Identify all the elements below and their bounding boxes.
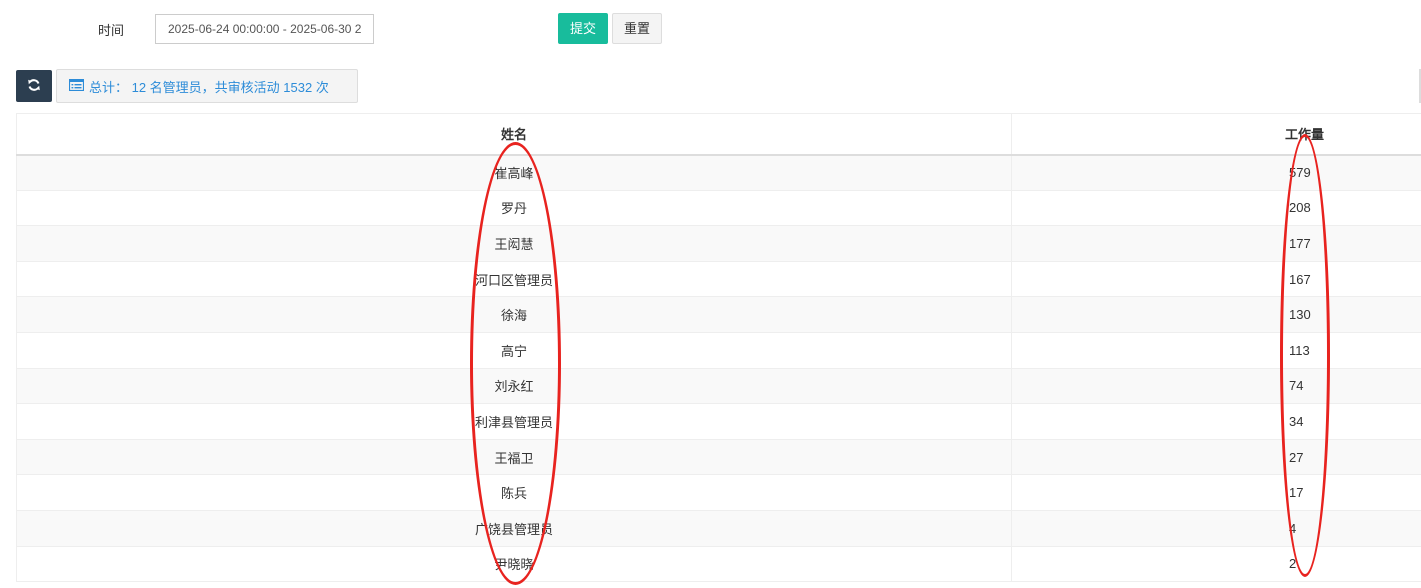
date-range-input[interactable]: 2025-06-24 00:00:00 - 2025-06-30 2 — [155, 14, 374, 44]
table-row: 王闳慧 177 — [16, 225, 1421, 262]
list-icon — [68, 78, 85, 94]
header-workload[interactable]: 工作量 — [1011, 113, 1421, 156]
header-name[interactable]: 姓名 — [16, 113, 1012, 156]
table-row: 河口区管理员 167 — [16, 261, 1421, 298]
cell-name: 高宁 — [16, 332, 1012, 369]
cell-workload: 4 — [1011, 510, 1421, 547]
cell-name: 崔高峰 — [16, 154, 1012, 191]
cell-workload: 2 — [1011, 546, 1421, 583]
table-row: 刘永红 74 — [16, 368, 1421, 405]
summary-badge: 总计： 12 名管理员，共审核活动 1532 次 — [56, 69, 358, 103]
table-row: 高宁 113 — [16, 332, 1421, 369]
cell-workload: 177 — [1011, 225, 1421, 262]
table-row: 陈兵 17 — [16, 474, 1421, 511]
cell-workload: 579 — [1011, 154, 1421, 191]
table-row: 王福卫 27 — [16, 439, 1421, 476]
submit-button[interactable]: 提交 — [558, 13, 608, 44]
cell-workload: 208 — [1011, 190, 1421, 227]
cell-workload: 113 — [1011, 332, 1421, 369]
cell-workload: 27 — [1011, 439, 1421, 476]
cell-workload: 130 — [1011, 296, 1421, 333]
workload-table: 姓名 工作量 崔高峰 579 罗丹 208 王闳慧 177 河口区管理员 167 徐海 130 高宁… — [16, 113, 1421, 583]
table-body: 崔高峰 579 罗丹 208 王闳慧 177 河口区管理员 167 徐海 130 高宁 113 刘永红 7… — [16, 154, 1421, 583]
summary-text: 总计： 12 名管理员，共审核活动 1532 次 — [89, 79, 329, 95]
cell-name: 利津县管理员 — [16, 403, 1012, 440]
refresh-icon — [27, 78, 41, 95]
cell-name: 广饶县管理员 — [16, 510, 1012, 547]
cell-workload: 17 — [1011, 474, 1421, 511]
table-row: 利津县管理员 34 — [16, 403, 1421, 440]
cell-name: 徐海 — [16, 296, 1012, 333]
time-filter-label: 时间 — [98, 23, 125, 38]
table-row: 广饶县管理员 4 — [16, 510, 1421, 547]
table-row: 尹晓晓 2 — [16, 546, 1421, 583]
cell-workload: 74 — [1011, 368, 1421, 405]
reset-button[interactable]: 重置 — [612, 13, 662, 44]
refresh-button[interactable] — [16, 70, 52, 102]
cell-name: 王福卫 — [16, 439, 1012, 476]
cell-name: 王闳慧 — [16, 225, 1012, 262]
cell-name: 罗丹 — [16, 190, 1012, 227]
cell-name: 河口区管理员 — [16, 261, 1012, 298]
cell-workload: 167 — [1011, 261, 1421, 298]
cell-workload: 34 — [1011, 403, 1421, 440]
table-row: 罗丹 208 — [16, 190, 1421, 227]
cell-name: 尹晓晓 — [16, 546, 1012, 583]
table-row: 崔高峰 579 — [16, 154, 1421, 191]
table-row: 徐海 130 — [16, 296, 1421, 333]
cell-name: 刘永红 — [16, 368, 1012, 405]
cell-name: 陈兵 — [16, 474, 1012, 511]
table-header-row: 姓名 工作量 — [16, 113, 1421, 156]
